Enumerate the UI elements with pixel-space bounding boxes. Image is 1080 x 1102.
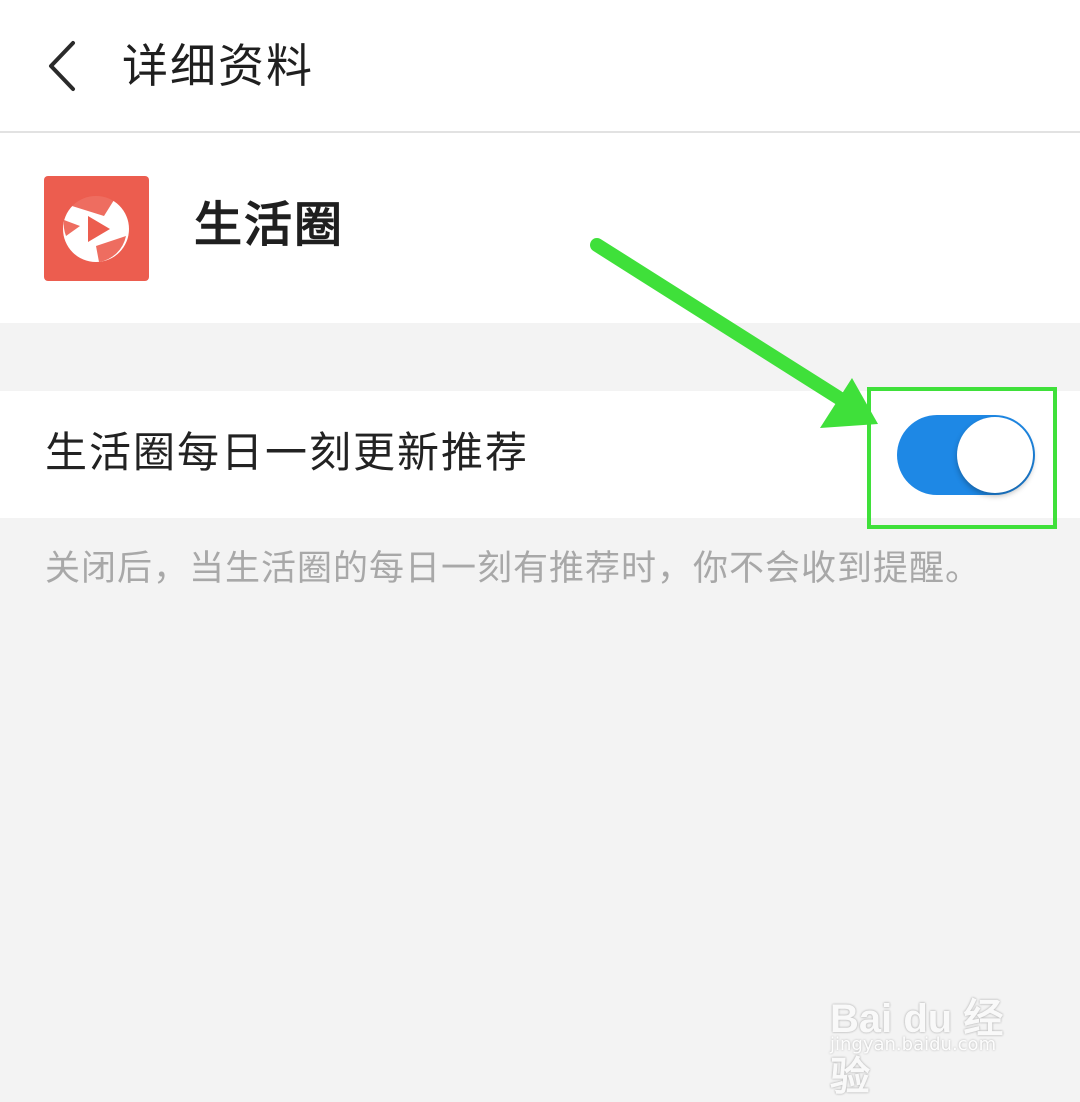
- header-bar: 详细资料: [0, 0, 1080, 133]
- setting-label: 生活圈每日一刻更新推荐: [45, 428, 530, 477]
- watermark-logo: Bai du 经验: [830, 997, 1004, 1099]
- baidu-watermark: Bai du 经验 jingyan.baidu.com: [826, 964, 1026, 1099]
- page-title: 详细资料: [122, 39, 314, 93]
- back-button[interactable]: [34, 36, 90, 96]
- watermark-url: jingyan.baidu.com: [830, 1034, 997, 1055]
- app-avatar: [44, 176, 149, 281]
- toggle-knob: [957, 417, 1033, 493]
- chevron-left-icon: [49, 41, 75, 91]
- setting-row-daily-recommendation: 生活圈每日一刻更新推荐: [0, 391, 1080, 518]
- profile-section: 生活圈: [0, 133, 1080, 323]
- app-name: 生活圈: [194, 197, 345, 253]
- setting-description: 关闭后，当生活圈的每日一刻有推荐时，你不会收到提醒。: [45, 549, 982, 589]
- play-circle-icon: [63, 195, 129, 262]
- recommendation-toggle[interactable]: [897, 415, 1035, 495]
